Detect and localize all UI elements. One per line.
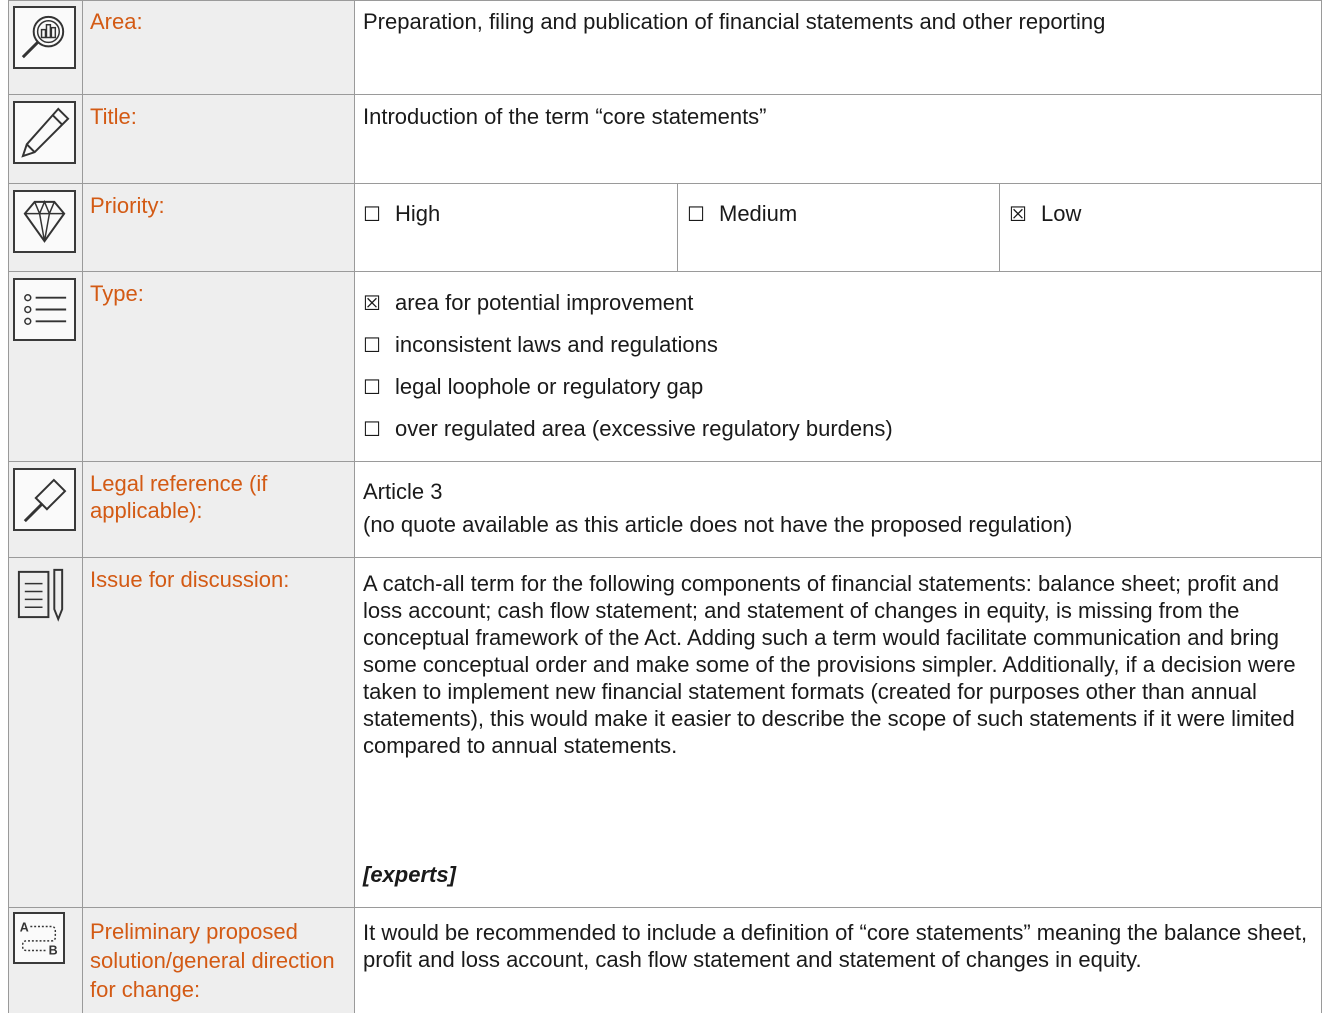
icon-cell xyxy=(8,184,82,271)
priority-label: Priority: xyxy=(90,193,165,218)
type-option-text: area for potential improvement xyxy=(395,290,694,315)
type-option[interactable]: ☐ inconsistent laws and regulations xyxy=(363,331,1312,373)
icon-cell xyxy=(8,558,82,907)
type-option[interactable]: ☒ area for potential improvement xyxy=(363,289,1312,331)
solution-text: It would be recommended to include a def… xyxy=(363,920,1308,972)
checkbox-type-2[interactable]: ☐ xyxy=(363,332,395,359)
row-issue: Issue for discussion: A catch-all term f… xyxy=(8,558,1322,907)
label-cell: Legal reference (if applicable): xyxy=(82,462,354,557)
title-value: Introduction of the term “core statement… xyxy=(363,104,767,129)
icon-cell xyxy=(8,272,82,461)
checkbox-type-3[interactable]: ☐ xyxy=(363,374,395,401)
value-cell: ☐ High ☐ Medium ☒ Low xyxy=(354,184,1322,271)
legal-reference-article: Article 3 xyxy=(363,479,443,504)
list-icon xyxy=(13,278,76,341)
value-cell: It would be recommended to include a def… xyxy=(354,908,1322,1013)
priority-option-low[interactable]: ☒ Low xyxy=(1000,184,1322,271)
label-cell: Issue for discussion: xyxy=(82,558,354,907)
document-pen-icon xyxy=(13,564,76,627)
checkbox-high[interactable]: ☐ xyxy=(363,202,395,226)
row-legal-reference: Legal reference (if applicable): Article… xyxy=(8,462,1322,557)
type-option[interactable]: ☐ legal loophole or regulatory gap xyxy=(363,373,1312,415)
checkbox-type-1[interactable]: ☒ xyxy=(363,290,395,317)
icon-cell: A B xyxy=(8,908,82,1013)
label-cell: Title: xyxy=(82,95,354,183)
gavel-icon xyxy=(13,468,76,531)
svg-text:B: B xyxy=(49,943,58,957)
area-label: Area: xyxy=(90,9,143,34)
priority-medium-text: Medium xyxy=(719,201,798,226)
magnifier-chart-icon xyxy=(13,6,76,69)
title-label: Title: xyxy=(90,104,137,129)
form-table: Area: Preparation, filing and publicatio… xyxy=(0,0,1322,1013)
area-value: Preparation, filing and publication of f… xyxy=(363,9,1106,34)
type-label: Type: xyxy=(90,281,144,306)
issue-label: Issue for discussion: xyxy=(90,567,290,592)
pencil-icon xyxy=(13,101,76,164)
svg-text:A: A xyxy=(20,920,29,934)
solution-label: Preliminary proposed solution/general di… xyxy=(90,919,335,1002)
icon-cell xyxy=(8,462,82,557)
type-option-text: legal loophole or regulatory gap xyxy=(395,374,704,399)
priority-low-text: Low xyxy=(1041,201,1082,226)
label-cell: Type: xyxy=(82,272,354,461)
icon-cell xyxy=(8,95,82,183)
icon-cell xyxy=(8,0,82,94)
row-priority: Priority: ☐ High ☐ Medium ☒ Low xyxy=(8,184,1322,271)
checkbox-type-4[interactable]: ☐ xyxy=(363,416,395,443)
label-cell: Priority: xyxy=(82,184,354,271)
row-solution: A B Preliminary proposed solution/genera… xyxy=(8,908,1322,1013)
label-cell: Preliminary proposed solution/general di… xyxy=(82,908,354,1013)
priority-option-high[interactable]: ☐ High xyxy=(354,184,677,271)
row-type: Type: ☒ area for potential improvement ☐ i… xyxy=(8,272,1322,461)
legal-reference-note: (no quote available as this article does… xyxy=(363,512,1073,537)
row-title: Title: Introduction of the term “core st… xyxy=(8,95,1322,183)
diamond-icon xyxy=(13,190,76,253)
issue-text: A catch-all term for the following compo… xyxy=(363,571,1296,758)
type-option[interactable]: ☐ over regulated area (excessive regulato… xyxy=(363,415,1312,457)
value-cell: Introduction of the term “core statement… xyxy=(354,95,1322,183)
value-cell: ☒ area for potential improvement ☐ inconsi… xyxy=(354,272,1322,461)
checkbox-low[interactable]: ☒ xyxy=(1009,202,1041,226)
legal-reference-label: Legal reference (if applicable): xyxy=(90,471,268,523)
type-option-text: inconsistent laws and regulations xyxy=(395,332,718,357)
checkbox-medium[interactable]: ☐ xyxy=(687,202,719,226)
priority-option-medium[interactable]: ☐ Medium xyxy=(678,184,999,271)
type-option-text: over regulated area (excessive regulator… xyxy=(395,416,893,441)
label-cell: Area: xyxy=(82,0,354,94)
value-cell: Article 3 (no quote available as this ar… xyxy=(354,462,1322,557)
a-to-b-path-icon: A B xyxy=(13,912,65,964)
issue-source: [experts] xyxy=(363,862,456,887)
value-cell: A catch-all term for the following compo… xyxy=(354,558,1322,907)
value-cell: Preparation, filing and publication of f… xyxy=(354,0,1322,94)
priority-high-text: High xyxy=(395,201,441,226)
row-area: Area: Preparation, filing and publicatio… xyxy=(8,0,1322,94)
